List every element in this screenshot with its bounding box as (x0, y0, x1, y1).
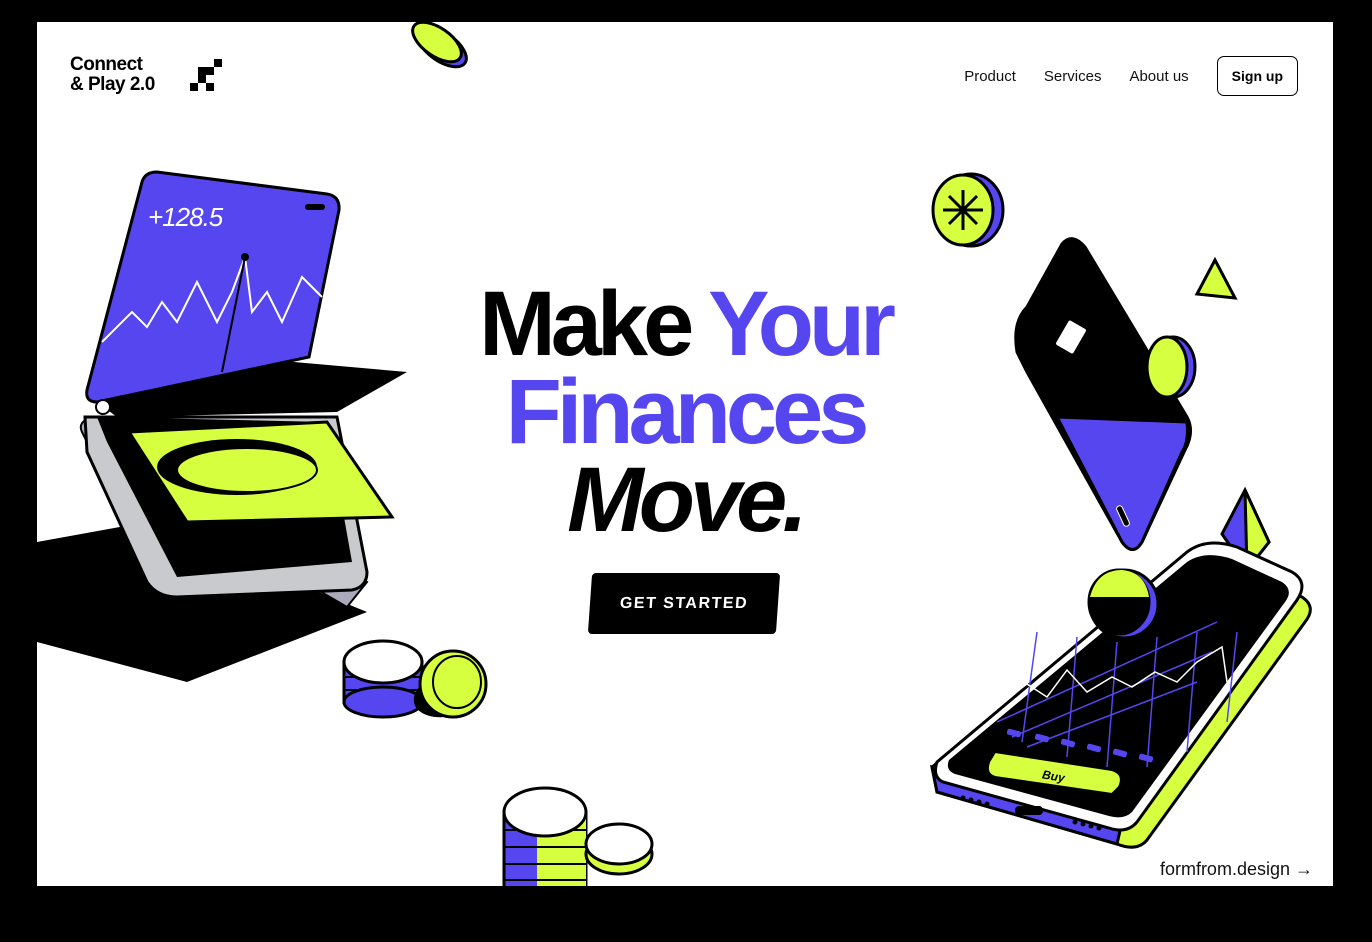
formfrom-link[interactable]: formfrom.design → (1160, 859, 1313, 880)
formfrom-link-text: formfrom.design (1159, 859, 1290, 879)
brand-line-2: & Play 2.0 (70, 74, 155, 95)
nav-product[interactable]: Product (964, 68, 1016, 85)
hero-word-make: Make (479, 273, 694, 375)
phone-coin (1087, 568, 1160, 640)
floating-coin-top (411, 22, 468, 69)
landing-page: Buy +128.5 Connect & Play 2.0 Product Se… (37, 22, 1333, 886)
tablet-value: +128.5 (148, 202, 224, 232)
coin-stack-center (502, 786, 654, 886)
arrow-right-icon: → (1295, 859, 1313, 879)
get-started-button[interactable]: GET STARTED (587, 573, 781, 634)
brand-pixel-icon (190, 59, 222, 91)
asterisk-coin (931, 172, 1005, 248)
brand-logo[interactable]: Connect & Play 2.0 (70, 55, 155, 95)
brand-line-1: Connect (70, 54, 143, 75)
coin-stack-left (342, 639, 488, 719)
hero-line-1: Make Your (37, 278, 1333, 370)
get-started-label: GET STARTED (619, 594, 749, 612)
hero-word-finances: Finances (505, 361, 870, 463)
hero-heading: Make Your Finances Move. (37, 278, 1333, 551)
top-nav: Product Services About us Sign up (964, 56, 1298, 96)
hero-word-move: Move. (567, 449, 808, 551)
hero-word-your: Your (708, 273, 896, 375)
nav-about-us[interactable]: About us (1129, 68, 1188, 85)
nav-services[interactable]: Services (1044, 68, 1102, 85)
signup-button[interactable]: Sign up (1216, 56, 1298, 96)
